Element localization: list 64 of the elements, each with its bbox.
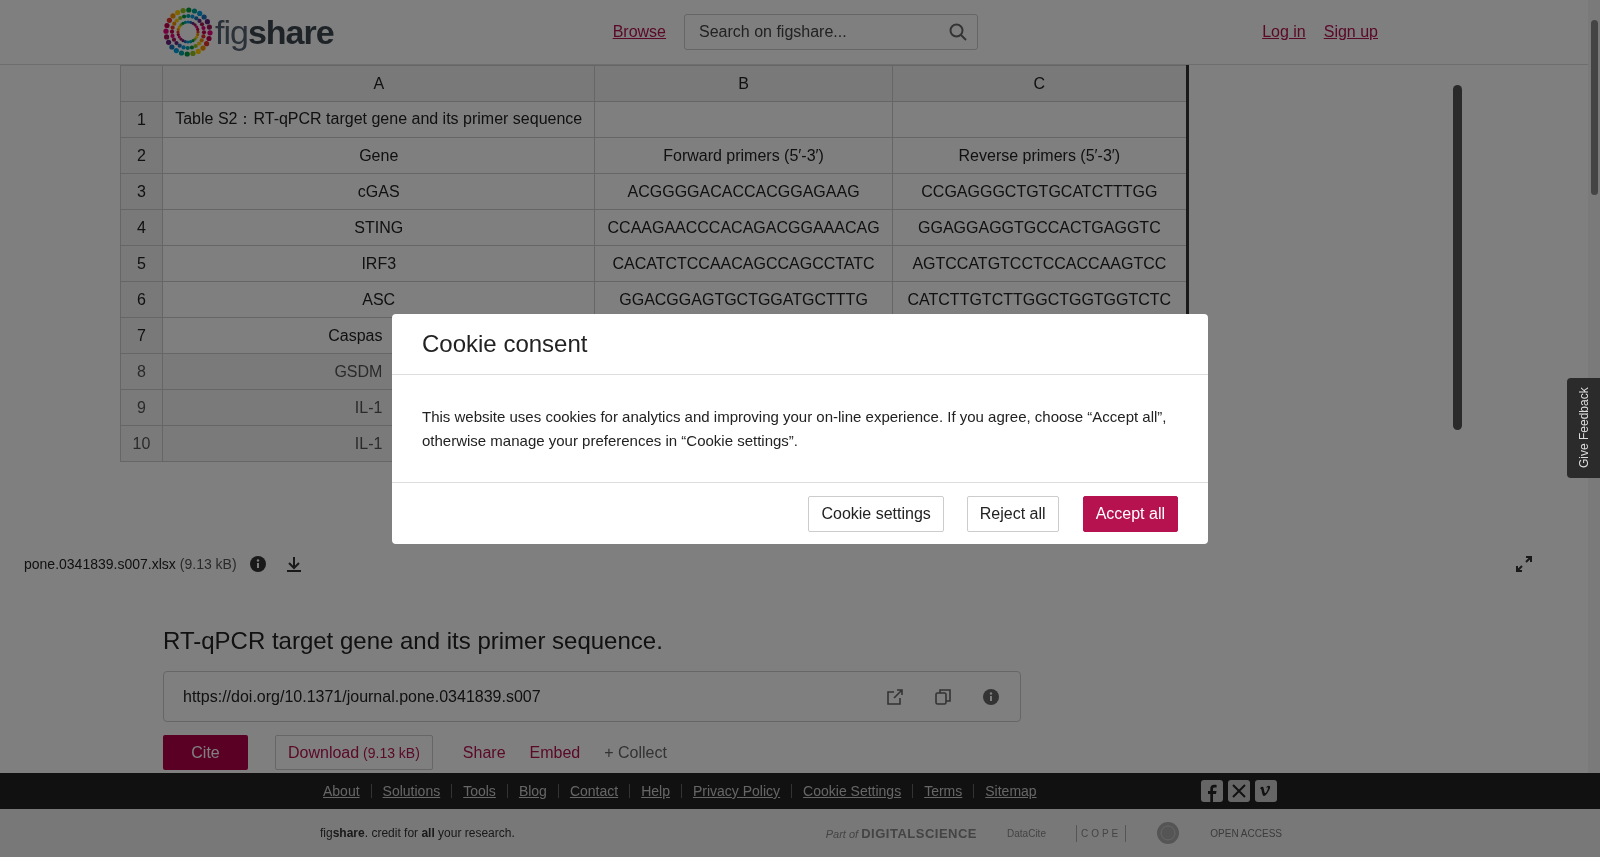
fullscreen-icon[interactable]	[1516, 555, 1532, 572]
doi-link[interactable]: https://doi.org/10.1371/journal.pone.0341839.s007	[183, 687, 856, 706]
table-cell: ACGGGGACACCACGGAGAAG	[594, 173, 893, 210]
dialog-button[interactable]: Cookie settings	[808, 495, 944, 532]
open-access-logo[interactable]: OPEN ACCESS	[1210, 827, 1282, 839]
action-link[interactable]: Embed	[517, 735, 593, 770]
table-cell: cGAS	[162, 173, 595, 210]
account-link[interactable]: Sign up	[1323, 23, 1378, 41]
accept-button[interactable]: Accept all	[1082, 495, 1178, 532]
table-cell: Table S2：RT-qPCR target gene and its primer sequence	[162, 101, 595, 138]
footer-link[interactable]: Privacy Policy	[680, 784, 792, 798]
search-field[interactable]: Search on figshare...	[684, 14, 978, 50]
column-header: B	[594, 65, 893, 102]
footer-link[interactable]: Blog	[506, 784, 558, 798]
column-header: A	[162, 65, 595, 102]
footer-link[interactable]: Help	[629, 784, 681, 798]
collect-link[interactable]: + Collect	[592, 735, 679, 770]
file-size: (9.13 kB)	[179, 555, 237, 572]
row-number: 1	[120, 101, 163, 138]
logo-mark-icon	[163, 7, 213, 57]
footer-link[interactable]: Cookie Settings	[791, 784, 913, 798]
figshare-logo[interactable]: figshare	[163, 7, 334, 57]
row-number: 6	[120, 281, 163, 318]
tagline: figshare. credit for all your research.	[320, 826, 515, 840]
table-cell: CACATCTCCAACAGCCAGCCTATC	[594, 245, 893, 282]
footer-link[interactable]: Sitemap	[973, 784, 1048, 798]
row-number: 4	[120, 209, 163, 246]
item-title: RT-qPCR target gene and its primer sequence.	[163, 627, 664, 655]
vimeo-icon[interactable]	[1255, 780, 1277, 802]
footer-link[interactable]: Solutions	[370, 784, 452, 798]
x-icon[interactable]	[1228, 780, 1250, 802]
info-icon[interactable]	[982, 687, 1000, 706]
copy-icon[interactable]	[934, 687, 952, 706]
table-cell: STING	[162, 209, 595, 246]
file-name: pone.0341839.s007.xlsx	[24, 555, 176, 572]
browse-link[interactable]: Browse	[612, 23, 666, 41]
table-cell: IRF3	[162, 245, 595, 282]
footer-link[interactable]: Tools	[451, 784, 507, 798]
feedback-tab[interactable]: Give Feedback	[1567, 378, 1600, 478]
search-icon[interactable]	[948, 22, 968, 42]
external-link-icon[interactable]	[886, 687, 904, 706]
dialog-button[interactable]: Reject all	[966, 495, 1059, 532]
footer-link[interactable]: Terms	[912, 784, 974, 798]
row-number: 2	[120, 137, 163, 174]
cite-button[interactable]: Cite	[163, 735, 248, 770]
facebook-icon[interactable]	[1201, 780, 1223, 802]
account-link[interactable]: Log in	[1262, 23, 1306, 41]
download-button[interactable]: Download (9.13 kB)	[275, 735, 433, 770]
footer-link[interactable]: About	[312, 784, 371, 798]
table-cell: CCAAGAACCCACAGACGGAAACAG	[594, 209, 893, 246]
row-number: 9	[120, 389, 163, 426]
row-number: 7	[120, 317, 163, 354]
row-number: 3	[120, 173, 163, 210]
footer-link[interactable]: Contact	[557, 784, 630, 798]
table-cell: Gene	[162, 137, 595, 174]
row-number: 5	[120, 245, 163, 282]
column-header: C	[892, 65, 1188, 102]
row-number: 8	[120, 353, 163, 390]
info-icon[interactable]	[248, 554, 267, 573]
row-number: 10	[120, 425, 163, 462]
table-cell: Forward primers (5′-3′)	[594, 137, 893, 174]
download-icon[interactable]	[284, 554, 303, 573]
action-link[interactable]: Share	[450, 735, 518, 770]
header-cell	[120, 65, 163, 102]
